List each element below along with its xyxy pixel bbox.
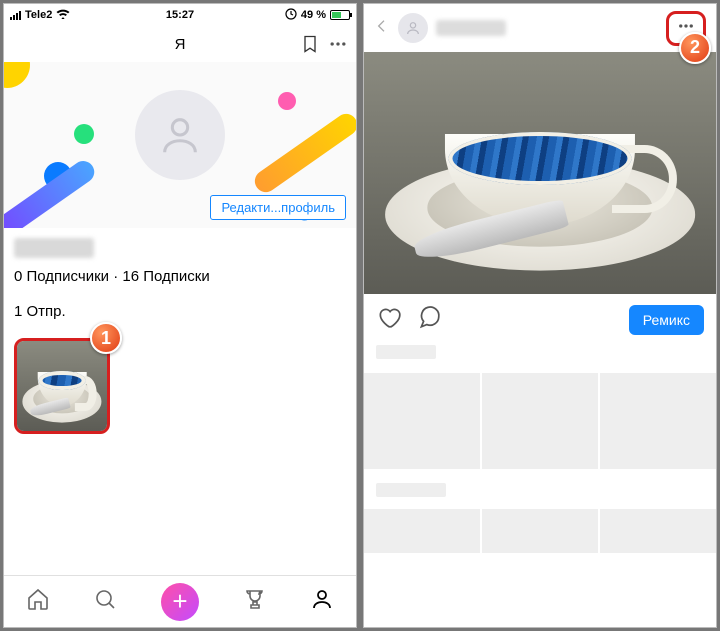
create-button[interactable]: + bbox=[161, 583, 199, 621]
post-header: 2 bbox=[364, 4, 716, 52]
signal-icon bbox=[10, 11, 21, 20]
battery-icon bbox=[330, 10, 350, 20]
search-icon[interactable] bbox=[93, 587, 117, 616]
post-detail-screen: 2 Ремикс bbox=[363, 3, 717, 628]
clock: 15:27 bbox=[166, 9, 194, 21]
edit-profile-button[interactable]: Редакти...профиль bbox=[210, 195, 346, 220]
profile-screen: Tele2 15:27 49 % Я Редакт bbox=[3, 3, 357, 628]
back-icon[interactable] bbox=[374, 18, 390, 39]
profile-header: Я bbox=[4, 26, 356, 62]
post-actions: Ремикс bbox=[364, 294, 716, 345]
grid-cell[interactable] bbox=[600, 373, 716, 469]
related-grid bbox=[364, 509, 716, 553]
remix-button[interactable]: Ремикс bbox=[629, 305, 704, 335]
post-thumbnail-wrap: 1 bbox=[14, 338, 110, 434]
rotation-lock-icon bbox=[285, 8, 297, 23]
grid-cell[interactable] bbox=[364, 509, 480, 553]
skeleton-line bbox=[376, 483, 446, 497]
bookmark-icon[interactable] bbox=[300, 34, 320, 58]
profile-hero: Редакти...профиль bbox=[4, 62, 356, 228]
callout-2: 2 bbox=[679, 32, 711, 64]
related-grid bbox=[364, 373, 716, 469]
grid-cell[interactable] bbox=[482, 373, 598, 469]
page-title: Я bbox=[175, 36, 186, 53]
post-more-button[interactable]: 2 bbox=[666, 11, 706, 46]
carrier-label: Tele2 bbox=[25, 9, 52, 21]
post-meta bbox=[364, 469, 716, 497]
follow-stats[interactable]: 0 Подписчики · 16 Подписки bbox=[14, 268, 356, 285]
author-name-blurred bbox=[436, 20, 506, 36]
tab-bar: + bbox=[4, 575, 356, 627]
profile-icon[interactable] bbox=[310, 587, 334, 616]
avatar-placeholder[interactable] bbox=[135, 90, 225, 180]
post-meta bbox=[364, 345, 716, 359]
like-icon[interactable] bbox=[376, 304, 402, 335]
grid-cell[interactable] bbox=[600, 509, 716, 553]
comment-icon[interactable] bbox=[416, 304, 442, 335]
more-icon[interactable] bbox=[328, 34, 348, 58]
home-icon[interactable] bbox=[26, 587, 50, 616]
post-thumbnail[interactable] bbox=[14, 338, 110, 434]
post-image[interactable] bbox=[364, 52, 716, 294]
skeleton-line bbox=[376, 345, 436, 359]
battery-text: 49 % bbox=[301, 9, 326, 21]
wifi-icon bbox=[56, 8, 70, 22]
trophy-icon[interactable] bbox=[243, 587, 267, 616]
author-avatar[interactable] bbox=[398, 13, 428, 43]
grid-cell[interactable] bbox=[482, 509, 598, 553]
callout-1: 1 bbox=[90, 322, 122, 354]
status-bar: Tele2 15:27 49 % bbox=[4, 4, 356, 26]
posts-count: 1 Отпр. bbox=[14, 303, 356, 320]
username-blurred bbox=[14, 238, 94, 258]
grid-cell[interactable] bbox=[364, 373, 480, 469]
